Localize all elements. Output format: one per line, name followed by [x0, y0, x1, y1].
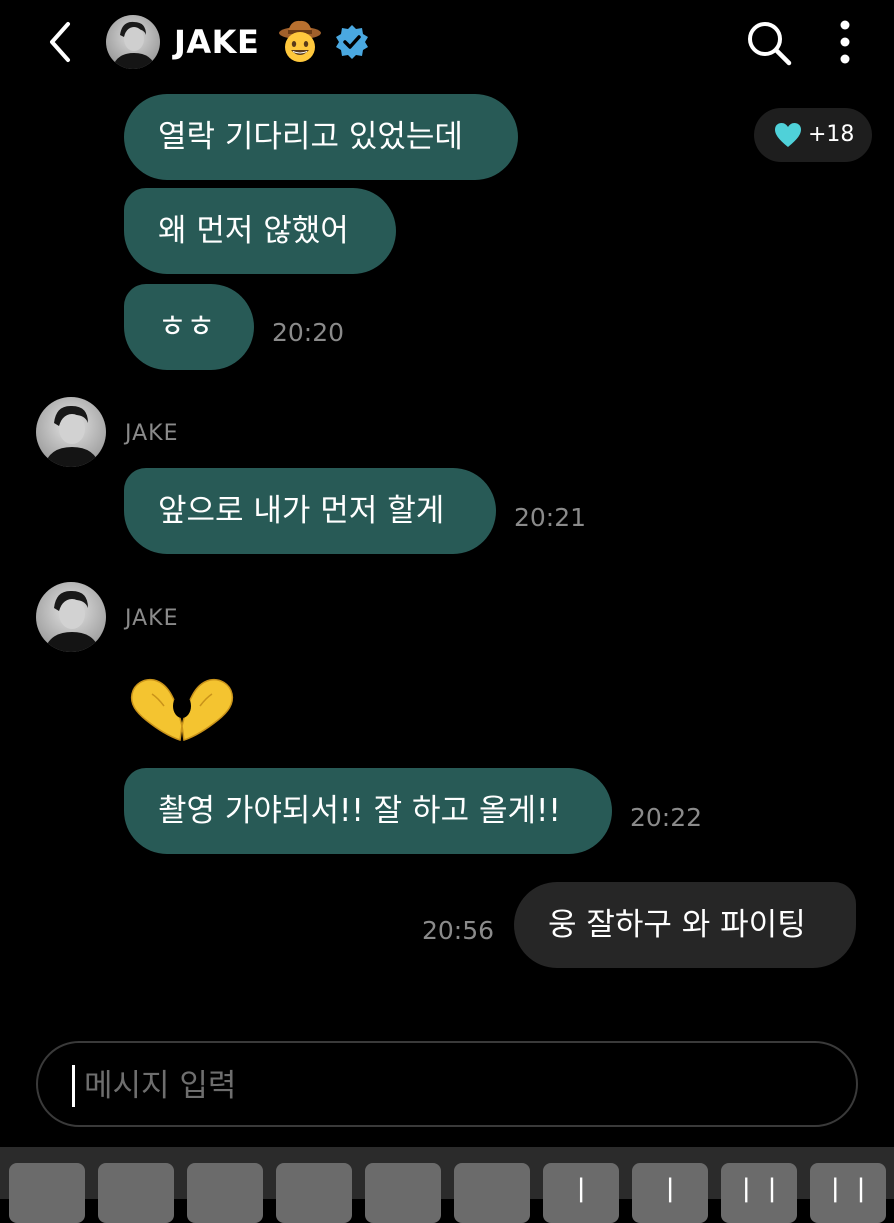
- message-bubble[interactable]: 열락 기다리고 있었는데: [124, 94, 518, 180]
- avatar[interactable]: [106, 15, 160, 69]
- keyboard-key[interactable]: [187, 1163, 263, 1223]
- message-timestamp: 20:56: [422, 916, 495, 945]
- my-message-bubble[interactable]: 웅 잘하구 와 파이팅: [514, 882, 856, 968]
- message-bubble[interactable]: 앞으로 내가 먼저 할게: [124, 468, 496, 554]
- contact-name: JAKE: [174, 23, 260, 61]
- message-bubble[interactable]: ㅎㅎ: [124, 284, 254, 370]
- chevron-left-icon[interactable]: [40, 20, 84, 64]
- chat-header: JAKE: [0, 0, 894, 88]
- message-bubble[interactable]: 왜 먼저 않했어: [124, 188, 396, 274]
- message-input[interactable]: [82, 1057, 826, 1115]
- reaction-count-pill[interactable]: +18: [754, 108, 872, 162]
- more-vertical-icon[interactable]: [828, 18, 862, 68]
- keyboard-key[interactable]: [98, 1163, 174, 1223]
- avatar[interactable]: [36, 397, 106, 467]
- keyboard-key[interactable]: [454, 1163, 530, 1223]
- keyboard-key[interactable]: [365, 1163, 441, 1223]
- text-caret: [72, 1065, 75, 1107]
- message-timestamp: 20:21: [514, 503, 587, 532]
- sender-name: JAKE: [125, 606, 179, 631]
- heart-icon: [775, 123, 801, 147]
- avatar[interactable]: [36, 582, 106, 652]
- keyboard-key[interactable]: ㅣㅣ: [721, 1163, 797, 1223]
- message-input-container[interactable]: [36, 1041, 858, 1127]
- keyboard-key[interactable]: [9, 1163, 85, 1223]
- keyboard-key[interactable]: ㅣ: [543, 1163, 619, 1223]
- search-icon[interactable]: [744, 18, 794, 68]
- cowboy-hat-face-icon: [279, 20, 321, 62]
- sender-name: JAKE: [125, 421, 179, 446]
- message-bubble[interactable]: 촬영 가야되서!! 잘 하고 올게!!: [124, 768, 612, 854]
- keyboard-key[interactable]: ㅣ: [632, 1163, 708, 1223]
- reaction-count: +18: [808, 122, 855, 147]
- message-timestamp: 20:20: [272, 318, 345, 347]
- heart-hands-icon[interactable]: [128, 676, 236, 744]
- keyboard-key[interactable]: ㅣㅣ: [810, 1163, 886, 1223]
- verified-badge-icon: [336, 25, 368, 59]
- keyboard: ㅣ ㅣ ㅣㅣ ㅣㅣ: [0, 1147, 894, 1223]
- message-timestamp: 20:22: [630, 803, 703, 832]
- keyboard-key[interactable]: [276, 1163, 352, 1223]
